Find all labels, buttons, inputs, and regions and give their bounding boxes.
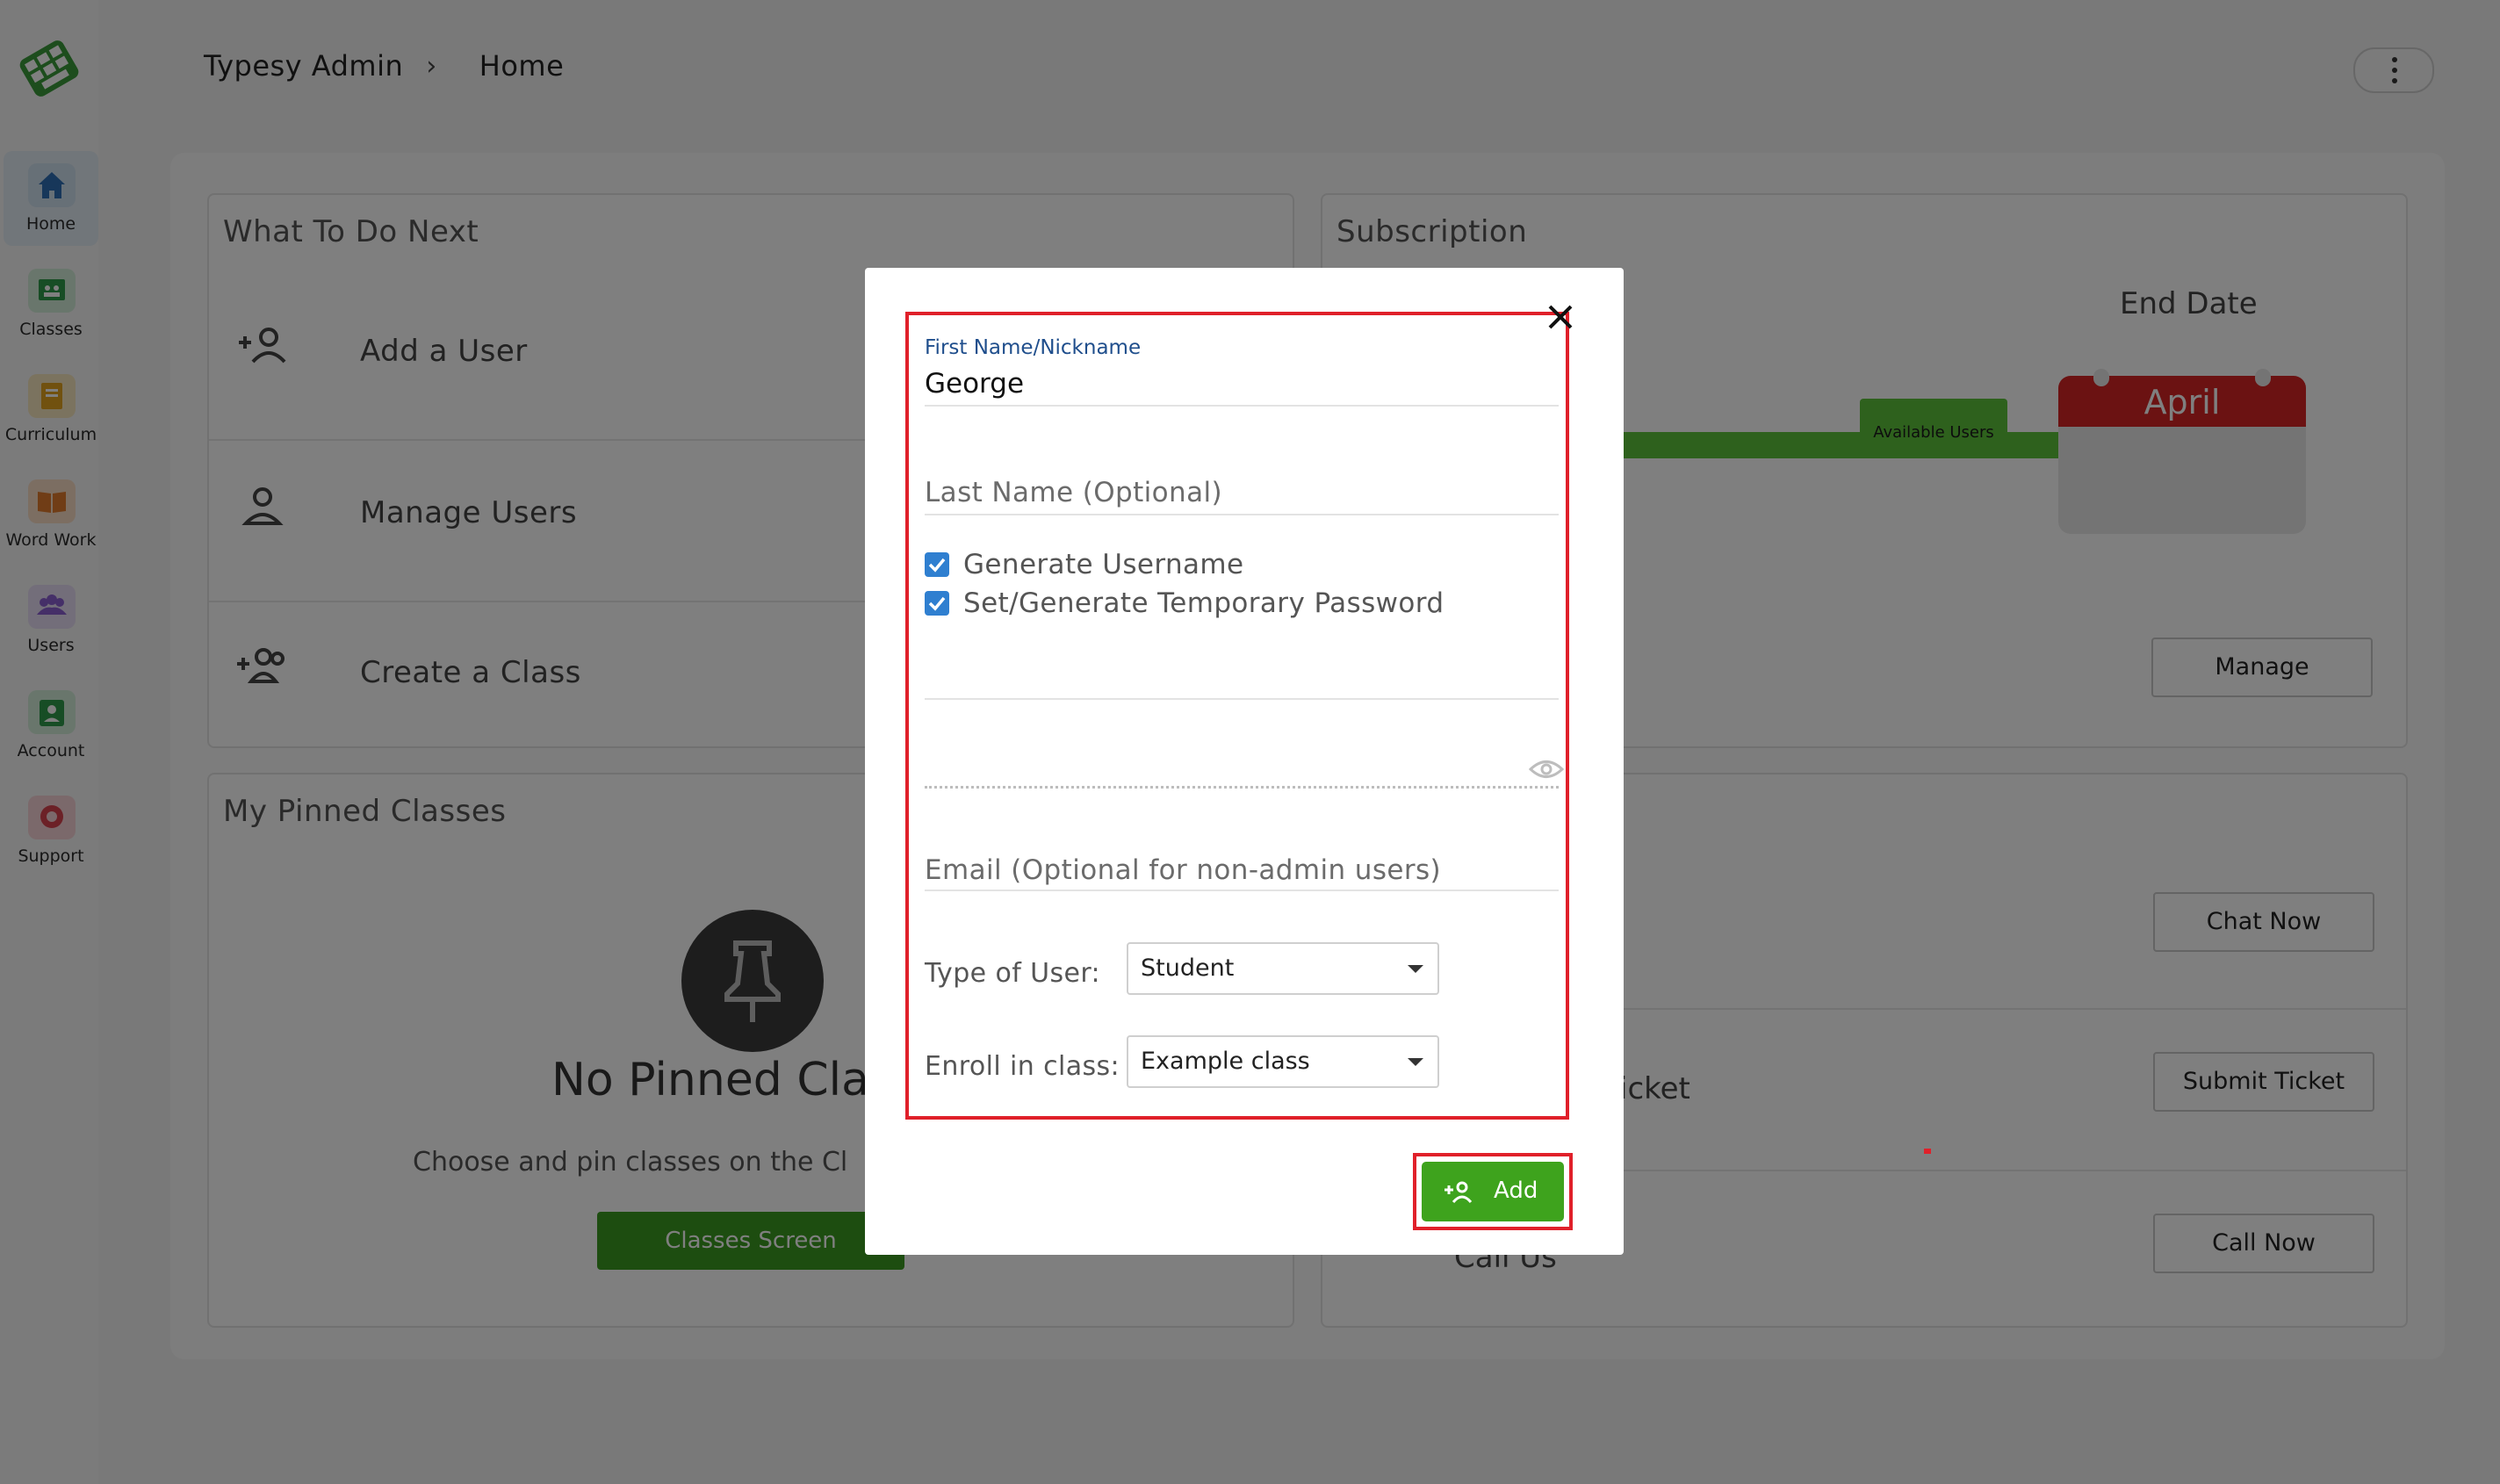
generate-username-checkbox[interactable] — [925, 552, 949, 577]
add-user-button[interactable]: Add — [1422, 1162, 1564, 1221]
caret-down-icon — [1408, 1058, 1423, 1066]
user-type-label: Type of User: — [925, 958, 1101, 989]
generate-password-checkbox-row[interactable]: Set/Generate Temporary Password — [925, 587, 1444, 619]
user-type-select[interactable]: Student — [1127, 942, 1439, 995]
last-name-input[interactable]: Last Name (Optional) — [925, 477, 1222, 508]
add-user-icon — [1443, 1179, 1474, 1204]
password-input[interactable] — [925, 786, 1559, 789]
email-input[interactable]: Email (Optional for non-admin users) — [925, 854, 1441, 886]
generate-username-checkbox-row[interactable]: Generate Username — [925, 549, 1243, 580]
user-type-value: Student — [1141, 955, 1235, 982]
generate-username-label: Generate Username — [963, 549, 1244, 580]
caret-down-icon — [1408, 965, 1423, 973]
enroll-class-select[interactable]: Example class — [1127, 1035, 1439, 1088]
cursor-marker — [1924, 1149, 1931, 1154]
enroll-class-label: Enroll in class: — [925, 1051, 1120, 1082]
first-name-label: First Name/Nickname — [925, 336, 1142, 359]
close-icon[interactable] — [1545, 301, 1576, 333]
enroll-class-value: Example class — [1141, 1048, 1310, 1075]
add-user-dialog: First Name/Nickname George Last Name (Op… — [865, 268, 1624, 1255]
first-name-input[interactable]: George — [925, 368, 1024, 400]
generate-password-checkbox[interactable] — [925, 591, 949, 616]
form-highlight-box — [905, 312, 1569, 1120]
eye-icon[interactable] — [1528, 758, 1565, 781]
generate-password-label: Set/Generate Temporary Password — [963, 587, 1445, 619]
username-field-line[interactable] — [925, 698, 1559, 700]
add-button-label: Add — [1494, 1178, 1538, 1204]
